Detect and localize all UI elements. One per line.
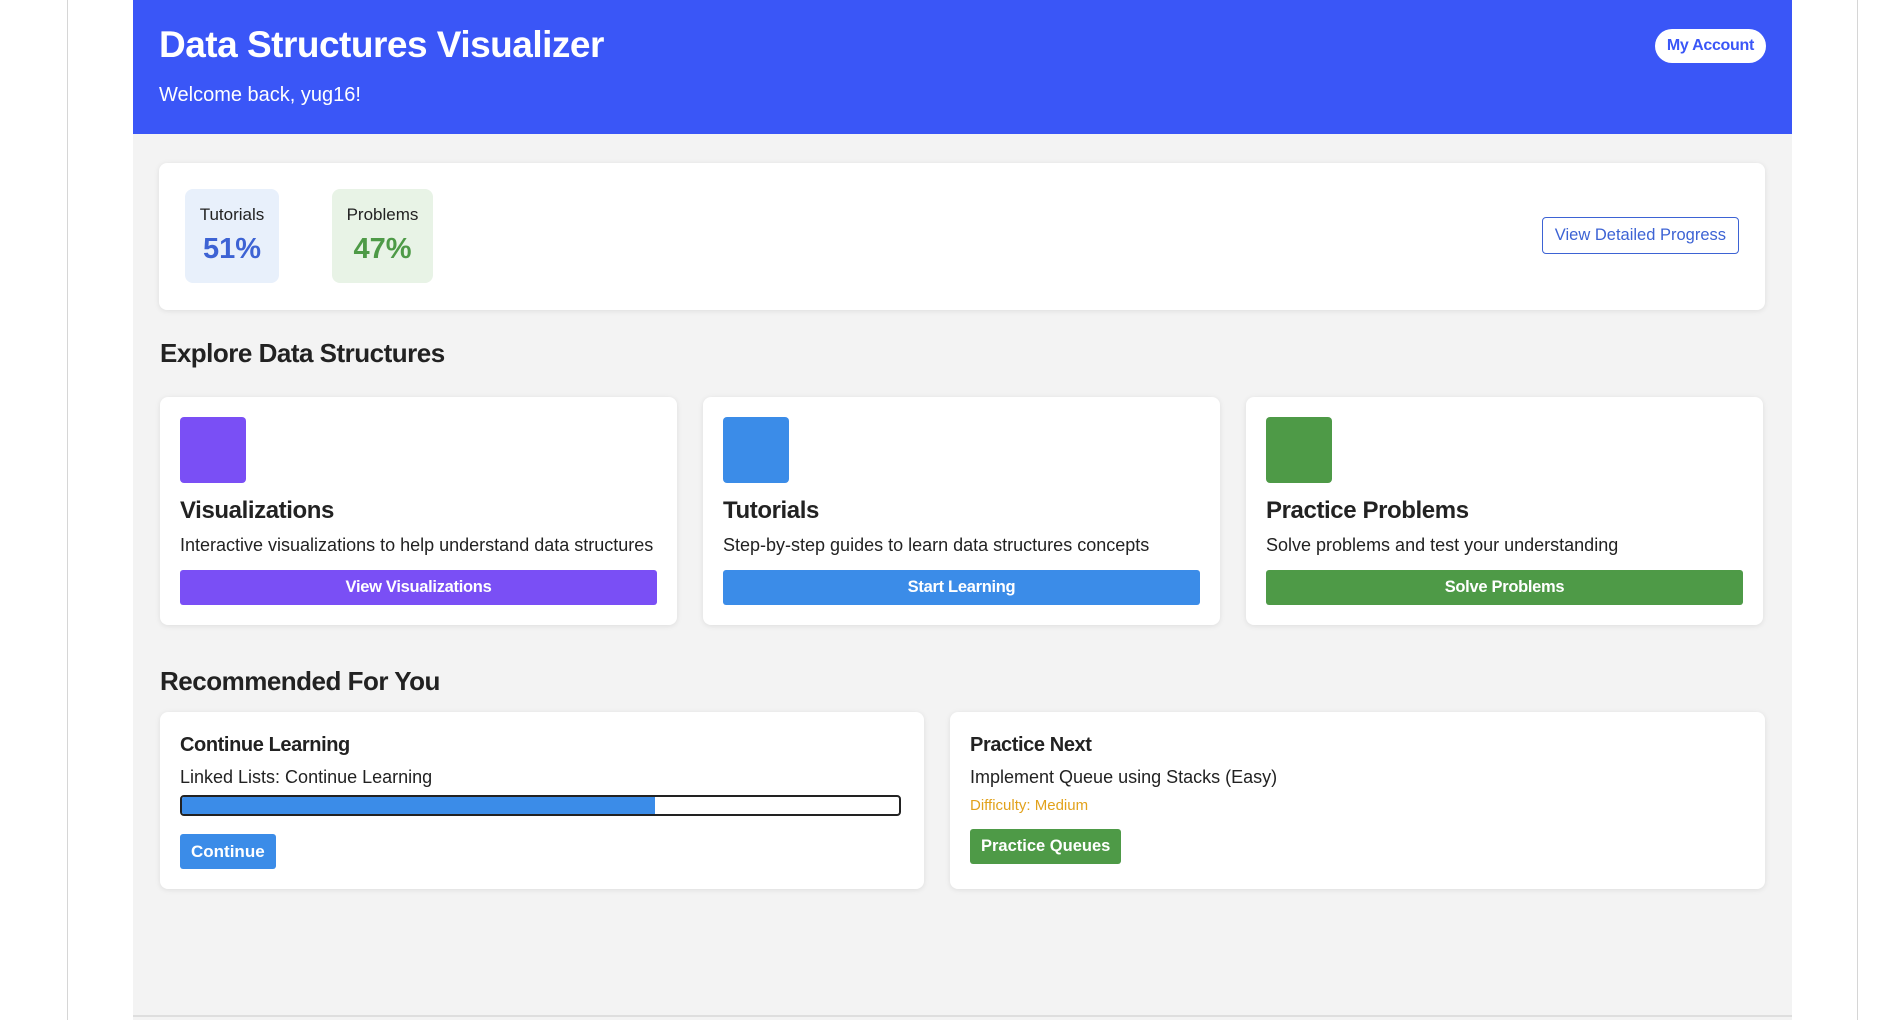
tutorials-card-title: Tutorials xyxy=(723,497,819,524)
page-border-left xyxy=(67,0,68,1020)
difficulty-label: Difficulty: Medium xyxy=(970,797,1089,814)
footer-divider xyxy=(133,1015,1792,1017)
visualizations-icon xyxy=(180,417,246,483)
recommended-section-title: Recommended For You xyxy=(160,666,440,696)
practice-problems-card-description: Solve problems and test your understandi… xyxy=(1266,535,1619,555)
practice-problems-card: Practice Problems Solve problems and tes… xyxy=(1246,397,1763,625)
continue-button[interactable]: Continue xyxy=(180,834,276,869)
practice-problems-icon xyxy=(1266,417,1332,483)
header: Data Structures Visualizer Welcome back,… xyxy=(133,0,1792,134)
tutorials-card-description: Step-by-step guides to learn data struct… xyxy=(723,535,1150,555)
practice-next-subtitle: Implement Queue using Stacks (Easy) xyxy=(970,767,1278,787)
tutorials-stat-value: 51% xyxy=(202,233,262,265)
continue-learning-title: Continue Learning xyxy=(180,734,350,756)
app-title: Data Structures Visualizer xyxy=(159,24,604,65)
practice-next-card: Practice Next Implement Queue using Stac… xyxy=(950,712,1765,889)
continue-learning-card: Continue Learning Linked Lists: Continue… xyxy=(160,712,924,889)
view-visualizations-button[interactable]: View Visualizations xyxy=(180,570,657,605)
welcome-message: Welcome back, yug16! xyxy=(159,84,361,106)
solve-problems-button[interactable]: Solve Problems xyxy=(1266,570,1743,605)
visualizations-card-title: Visualizations xyxy=(180,497,335,524)
practice-problems-card-title: Practice Problems xyxy=(1266,497,1469,524)
practice-next-title: Practice Next xyxy=(970,734,1092,756)
tutorials-icon xyxy=(723,417,789,483)
problems-stat-value: 47% xyxy=(353,233,412,265)
visualizations-card: Visualizations Interactive visualization… xyxy=(160,397,677,625)
page-border-right xyxy=(1857,0,1858,1020)
tutorials-stat-label: Tutorials xyxy=(199,205,265,224)
app-container: Data Structures Visualizer Welcome back,… xyxy=(133,0,1792,1020)
visualizations-card-description: Interactive visualizations to help under… xyxy=(180,535,654,555)
problems-stat: Problems 47% xyxy=(332,189,433,283)
learning-progress-fill xyxy=(182,797,656,814)
explore-section-title: Explore Data Structures xyxy=(160,338,445,368)
progress-summary-card: Tutorials 51% Problems 47% View Detailed… xyxy=(159,163,1765,310)
problems-stat-label: Problems xyxy=(346,205,419,224)
my-account-button[interactable]: My Account xyxy=(1654,29,1766,63)
practice-queues-button[interactable]: Practice Queues xyxy=(970,829,1122,864)
start-learning-button[interactable]: Start Learning xyxy=(723,570,1200,605)
tutorials-card: Tutorials Step-by-step guides to learn d… xyxy=(703,397,1220,625)
learning-progress-bar xyxy=(180,795,901,816)
tutorials-stat: Tutorials 51% xyxy=(185,189,279,283)
view-detailed-progress-button[interactable]: View Detailed Progress xyxy=(1541,217,1739,254)
continue-learning-subtitle: Linked Lists: Continue Learning xyxy=(180,767,433,787)
